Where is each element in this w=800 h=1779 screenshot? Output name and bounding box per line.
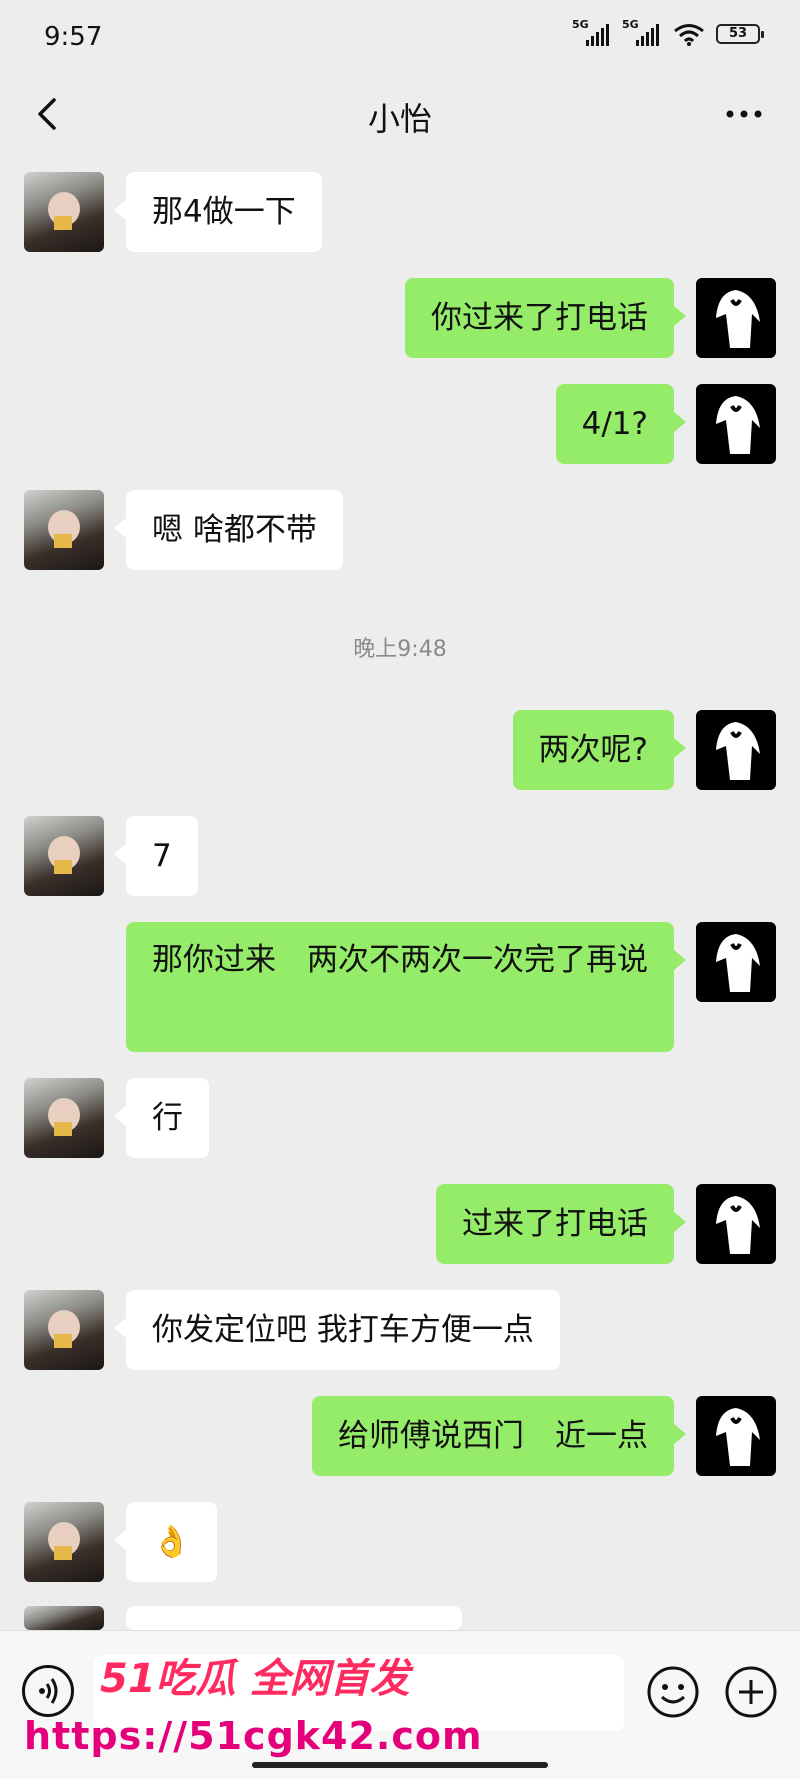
message-bubble-received[interactable] bbox=[114, 1606, 462, 1654]
message-text: 那4做一下 bbox=[152, 194, 296, 230]
message-text: 过来了打电话 bbox=[462, 1206, 648, 1242]
status-time: 9:57 bbox=[44, 22, 103, 52]
chat-header: 小怡 bbox=[0, 72, 800, 158]
user-avatar[interactable] bbox=[696, 278, 776, 358]
watermark-url: https://51cgk42.com bbox=[24, 1714, 483, 1758]
message-text: 给师傅说西门 近一点 bbox=[338, 1418, 648, 1454]
message-text: 那你过来 两次不两次一次完了再说 bbox=[152, 942, 648, 978]
message-bubble-sent[interactable]: 那你过来 两次不两次一次完了再说 bbox=[126, 922, 686, 1052]
message-bubble-received[interactable]: 7 bbox=[114, 816, 198, 896]
contact-avatar[interactable] bbox=[24, 1502, 104, 1582]
wifi-icon bbox=[674, 24, 704, 46]
message-bubble-sent[interactable]: 4/1? bbox=[555, 384, 687, 464]
watermark-brand: 51吃瓜 全网首发 bbox=[100, 1656, 410, 1702]
message-bubble-sent[interactable]: 两次呢? bbox=[512, 710, 687, 790]
message-bubble-received[interactable]: 嗯 啥都不带 bbox=[114, 490, 343, 570]
message-text: 你发定位吧 我打车方便一点 bbox=[152, 1312, 534, 1348]
ok-hand-emoji: 👌 bbox=[152, 1524, 191, 1560]
message-text: 嗯 啥都不带 bbox=[152, 512, 317, 548]
message-bubble-sent[interactable]: 你过来了打电话 bbox=[405, 278, 686, 358]
voice-input-icon[interactable] bbox=[22, 1665, 74, 1717]
user-avatar[interactable] bbox=[696, 710, 776, 790]
user-avatar[interactable] bbox=[696, 384, 776, 464]
message-text: 7 bbox=[152, 838, 172, 874]
contact-avatar[interactable] bbox=[24, 172, 104, 252]
contact-avatar[interactable] bbox=[24, 1606, 104, 1630]
user-avatar[interactable] bbox=[696, 1184, 776, 1264]
add-attachment-icon[interactable] bbox=[724, 1665, 778, 1719]
message-text: 你过来了打电话 bbox=[431, 300, 648, 336]
chat-title: 小怡 bbox=[367, 100, 432, 138]
contact-avatar[interactable] bbox=[24, 1078, 104, 1158]
battery-icon: 53 bbox=[716, 24, 764, 44]
message-bubble-sent[interactable]: 给师傅说西门 近一点 bbox=[312, 1396, 686, 1476]
contact-avatar[interactable] bbox=[24, 1290, 104, 1370]
contact-avatar[interactable] bbox=[24, 490, 104, 570]
message-bubble-received[interactable]: 你发定位吧 我打车方便一点 bbox=[114, 1290, 560, 1370]
status-bar: 9:57 5G 5G 53 bbox=[0, 0, 800, 72]
cellular-signal-icon-2: 5G bbox=[622, 18, 662, 46]
user-avatar[interactable] bbox=[696, 922, 776, 1002]
contact-avatar[interactable] bbox=[24, 816, 104, 896]
status-icons: 5G 5G 53 bbox=[572, 18, 764, 46]
user-avatar[interactable] bbox=[696, 1396, 776, 1476]
cellular-signal-icon: 5G bbox=[572, 18, 612, 46]
message-text: 行 bbox=[152, 1100, 183, 1136]
more-options-icon[interactable] bbox=[724, 102, 764, 126]
message-bubble-received[interactable]: 行 bbox=[114, 1078, 209, 1158]
message-bubble-received[interactable]: 那4做一下 bbox=[114, 172, 322, 252]
home-indicator[interactable] bbox=[252, 1762, 548, 1768]
time-divider: 晚上9:48 bbox=[353, 637, 447, 662]
message-text: 4/1? bbox=[581, 406, 648, 442]
message-text: 两次呢? bbox=[538, 732, 648, 768]
emoji-icon[interactable] bbox=[646, 1665, 700, 1719]
message-bubble-sent[interactable]: 过来了打电话 bbox=[436, 1184, 686, 1264]
message-bubble-received[interactable]: 👌 bbox=[114, 1502, 217, 1582]
